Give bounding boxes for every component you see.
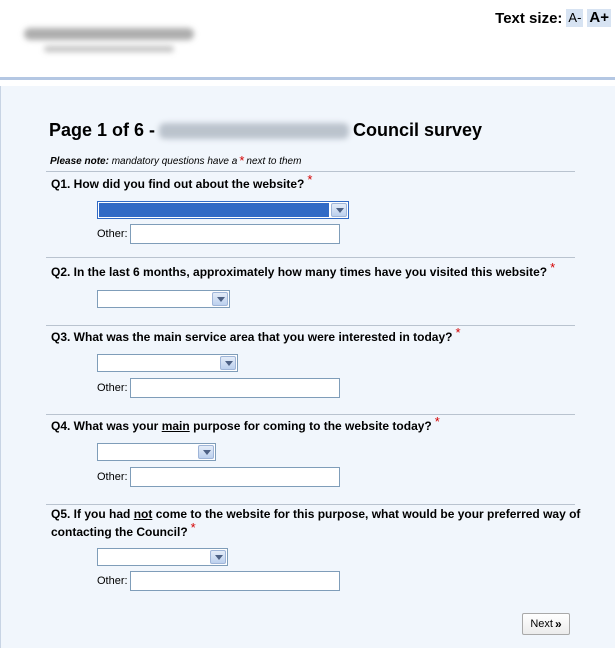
chevron-down-icon (220, 356, 236, 370)
divider (46, 325, 575, 326)
council-name-redacted (159, 122, 350, 139)
question-3-text: Q3. What was the main service area that … (51, 330, 453, 344)
question-2-text: Q2. In the last 6 months, approximately … (51, 265, 548, 279)
q2-visits-select[interactable] (97, 290, 230, 308)
chevron-down-icon (212, 292, 228, 306)
required-marker: * (550, 260, 556, 275)
question-5-text-before: Q5. If you had (51, 507, 131, 521)
note-text-after: next to them (246, 156, 302, 167)
q3-service-area-select[interactable] (97, 354, 238, 372)
next-button[interactable]: Next » (522, 613, 570, 635)
next-button-label: Next (530, 618, 553, 630)
question-4-emphasis: main (161, 419, 190, 433)
q1-source-select[interactable] (97, 201, 349, 219)
question-5-emphasis: not (133, 507, 153, 521)
q4-other-input[interactable] (130, 467, 340, 487)
question-4-text-after: purpose for coming to the website today? (193, 419, 432, 433)
question-4-text-before: Q4. What was your (51, 419, 159, 433)
divider (46, 257, 575, 258)
question-4: Q4. What was your main purpose for comin… (51, 414, 442, 435)
page-title: Page 1 of 6 - Council survey (49, 120, 482, 141)
q4-purpose-select[interactable] (97, 443, 216, 461)
question-1-text: Q1. How did you find out about the websi… (51, 177, 305, 191)
divider (46, 414, 575, 415)
note-text-before: mandatory questions have a (111, 156, 238, 167)
question-1: Q1. How did you find out about the websi… (51, 172, 314, 193)
question-5-text-continued: contacting the Council? (51, 525, 188, 539)
required-marker: * (307, 172, 313, 187)
q5-other-input[interactable] (130, 571, 340, 591)
survey-form: Page 1 of 6 - Council survey Please note… (0, 86, 615, 648)
note-bold: Please note: (50, 156, 109, 167)
text-size-label: Text size: (495, 9, 563, 27)
question-2: Q2. In the last 6 months, approximately … (51, 260, 557, 281)
question-3: Q3. What was the main service area that … (51, 325, 463, 346)
q3-other-label: Other: (97, 382, 128, 394)
q1-other-input[interactable] (130, 224, 340, 244)
page-header: Text size: A- A+ (0, 0, 615, 80)
double-chevron-right-icon: » (554, 617, 562, 631)
text-size-controls: Text size: A- A+ (495, 9, 611, 27)
council-logo (14, 14, 214, 64)
required-marker: * (190, 520, 196, 535)
q3-other-input[interactable] (130, 378, 340, 398)
q1-other-label: Other: (97, 228, 128, 240)
text-size-increase-button[interactable]: A+ (587, 9, 611, 27)
mandatory-note: Please note: mandatory questions have a *… (50, 153, 302, 168)
chevron-down-icon (210, 550, 226, 564)
chevron-down-icon (198, 445, 214, 459)
page-title-suffix: Council survey (353, 120, 483, 140)
question-5: Q5. If you had not come to the website f… (51, 505, 581, 541)
q4-other-label: Other: (97, 471, 128, 483)
chevron-down-icon (331, 203, 347, 217)
page-title-prefix: Page 1 of 6 - (49, 120, 156, 140)
required-marker: * (434, 414, 440, 429)
required-marker: * (455, 325, 461, 340)
required-marker: * (239, 153, 245, 168)
q5-other-label: Other: (97, 575, 128, 587)
text-size-decrease-button[interactable]: A- (566, 9, 584, 27)
question-5-text-after: come to the website for this purpose, wh… (155, 507, 581, 521)
q5-contact-method-select[interactable] (97, 548, 228, 566)
